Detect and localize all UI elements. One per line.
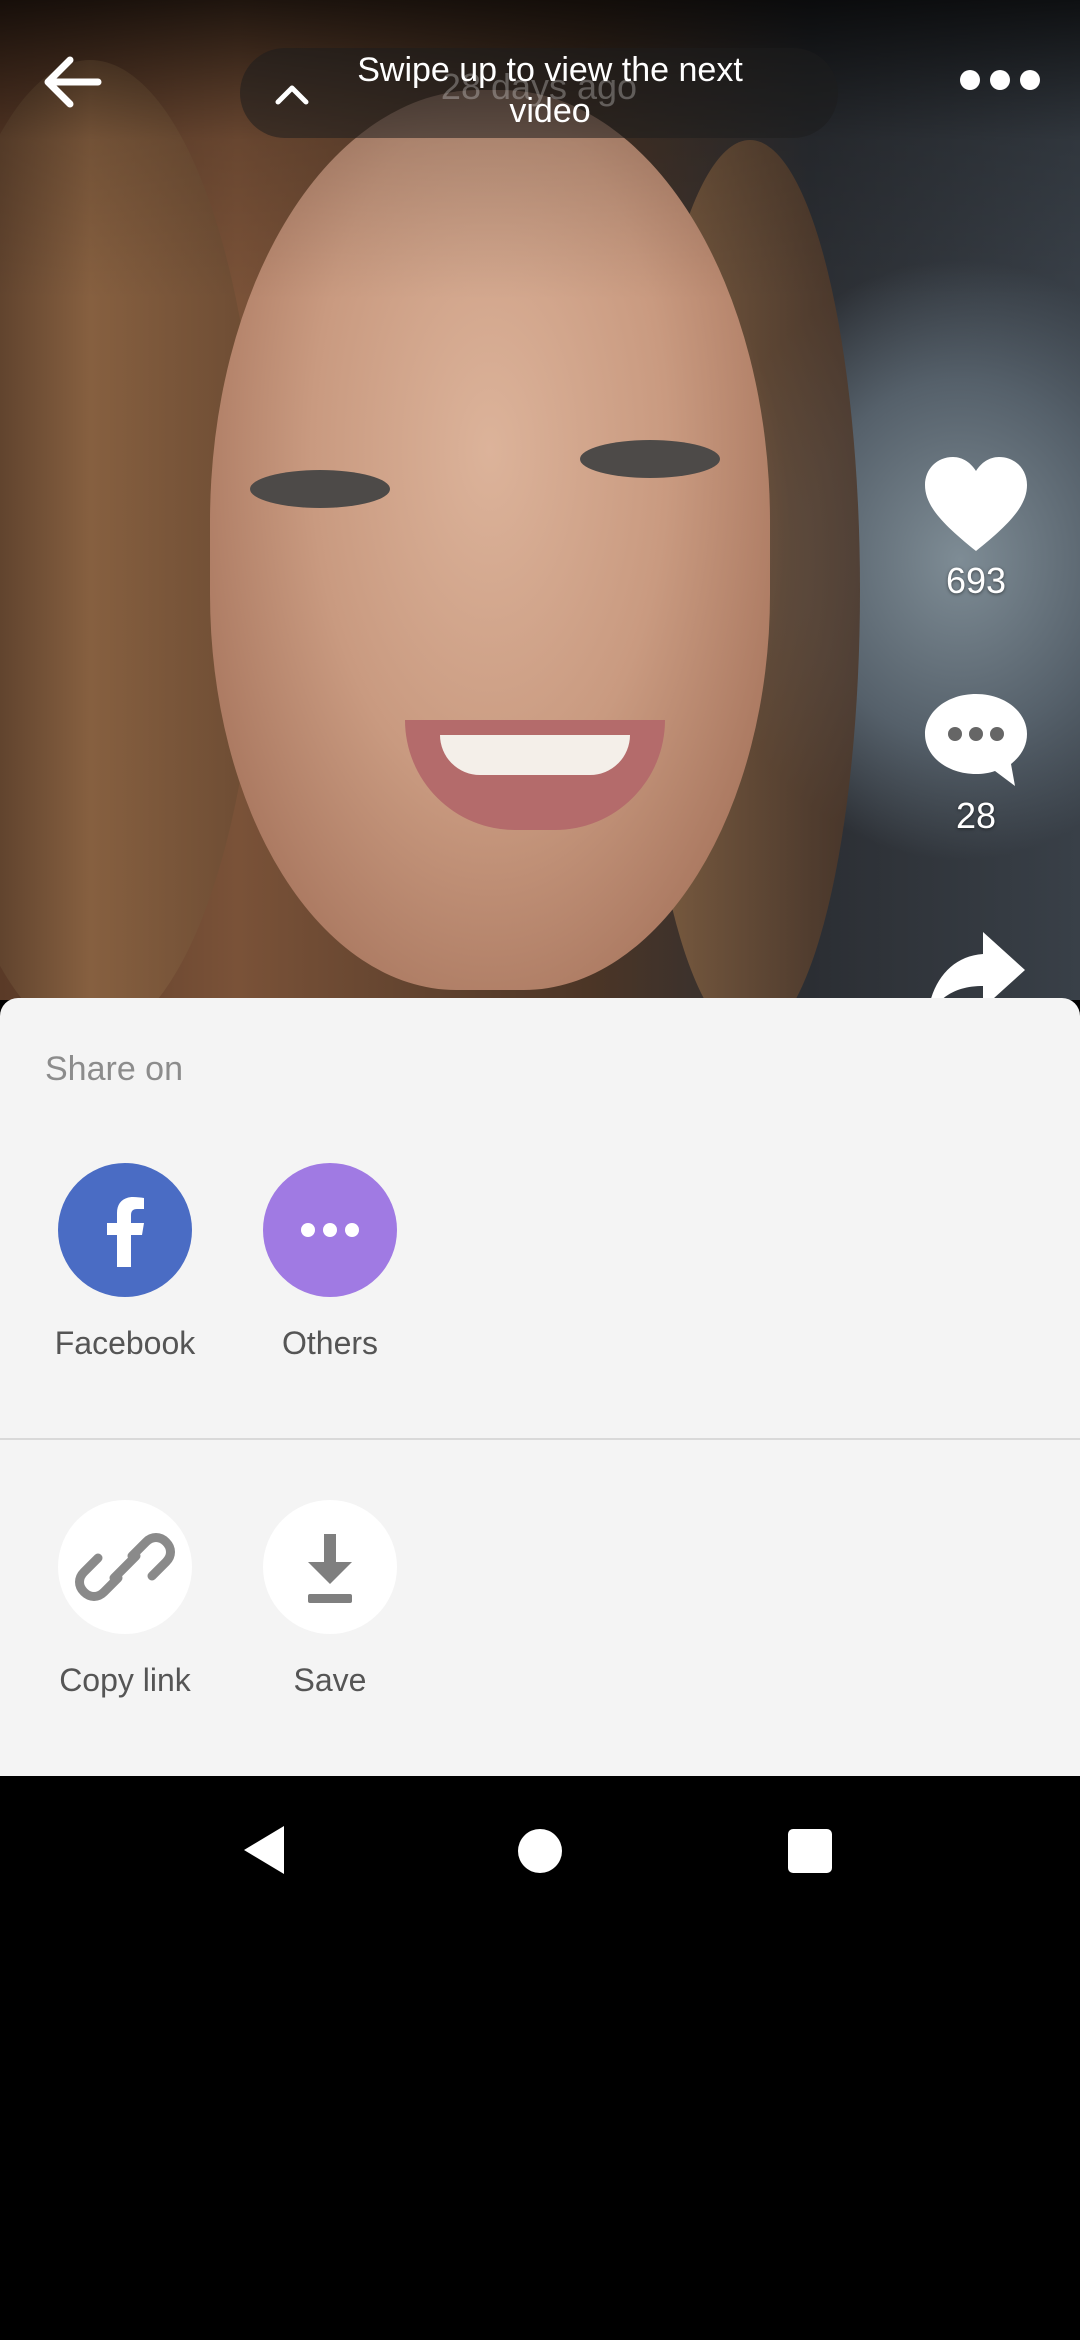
copy-link-label: Copy link bbox=[59, 1662, 191, 1698]
like-action[interactable]: 693 bbox=[910, 455, 1042, 602]
likes-count: 693 bbox=[945, 560, 1007, 601]
system-navigation-bar bbox=[0, 1776, 1080, 2340]
top-bar: 28 days ago Swipe up to view the next vi… bbox=[0, 0, 1080, 160]
swipe-hint-text: Swipe up to view the next video bbox=[357, 51, 743, 130]
back-button[interactable] bbox=[36, 42, 116, 122]
facebook-label: Facebook bbox=[54, 1325, 196, 1361]
back-triangle-icon[interactable] bbox=[240, 1824, 290, 1876]
home-circle-icon[interactable] bbox=[517, 1828, 563, 1874]
more-options-button[interactable] bbox=[954, 60, 1044, 100]
recents-square-icon[interactable] bbox=[787, 1828, 833, 1874]
share-sheet-title: Share on bbox=[45, 1050, 183, 1088]
share-sheet: Share on Facebook Others Copy link Save bbox=[0, 998, 1080, 1776]
chevron-up-icon bbox=[270, 74, 314, 114]
comment-action[interactable]: 28 bbox=[910, 690, 1042, 837]
share-sheet-divider bbox=[0, 1438, 1080, 1440]
comments-count: 28 bbox=[955, 795, 997, 836]
save-option[interactable]: Save bbox=[240, 1500, 420, 1699]
share-facebook-option[interactable]: Facebook bbox=[35, 1163, 215, 1362]
share-arrow-icon bbox=[931, 932, 1025, 998]
copy-link-option[interactable]: Copy link bbox=[35, 1500, 215, 1699]
save-label: Save bbox=[293, 1662, 367, 1698]
more-horizontal-icon bbox=[263, 1163, 397, 1297]
comment-bubble-icon bbox=[925, 694, 1027, 786]
arrow-left-icon bbox=[44, 56, 102, 108]
others-label: Others bbox=[281, 1325, 379, 1361]
share-action[interactable] bbox=[910, 926, 1042, 998]
facebook-icon bbox=[58, 1163, 192, 1297]
download-icon bbox=[263, 1500, 397, 1634]
link-icon bbox=[58, 1500, 192, 1634]
heart-icon bbox=[925, 457, 1027, 551]
swipe-hint-toast: 28 days ago Swipe up to view the next vi… bbox=[240, 48, 838, 138]
share-others-option[interactable]: Others bbox=[240, 1163, 420, 1362]
